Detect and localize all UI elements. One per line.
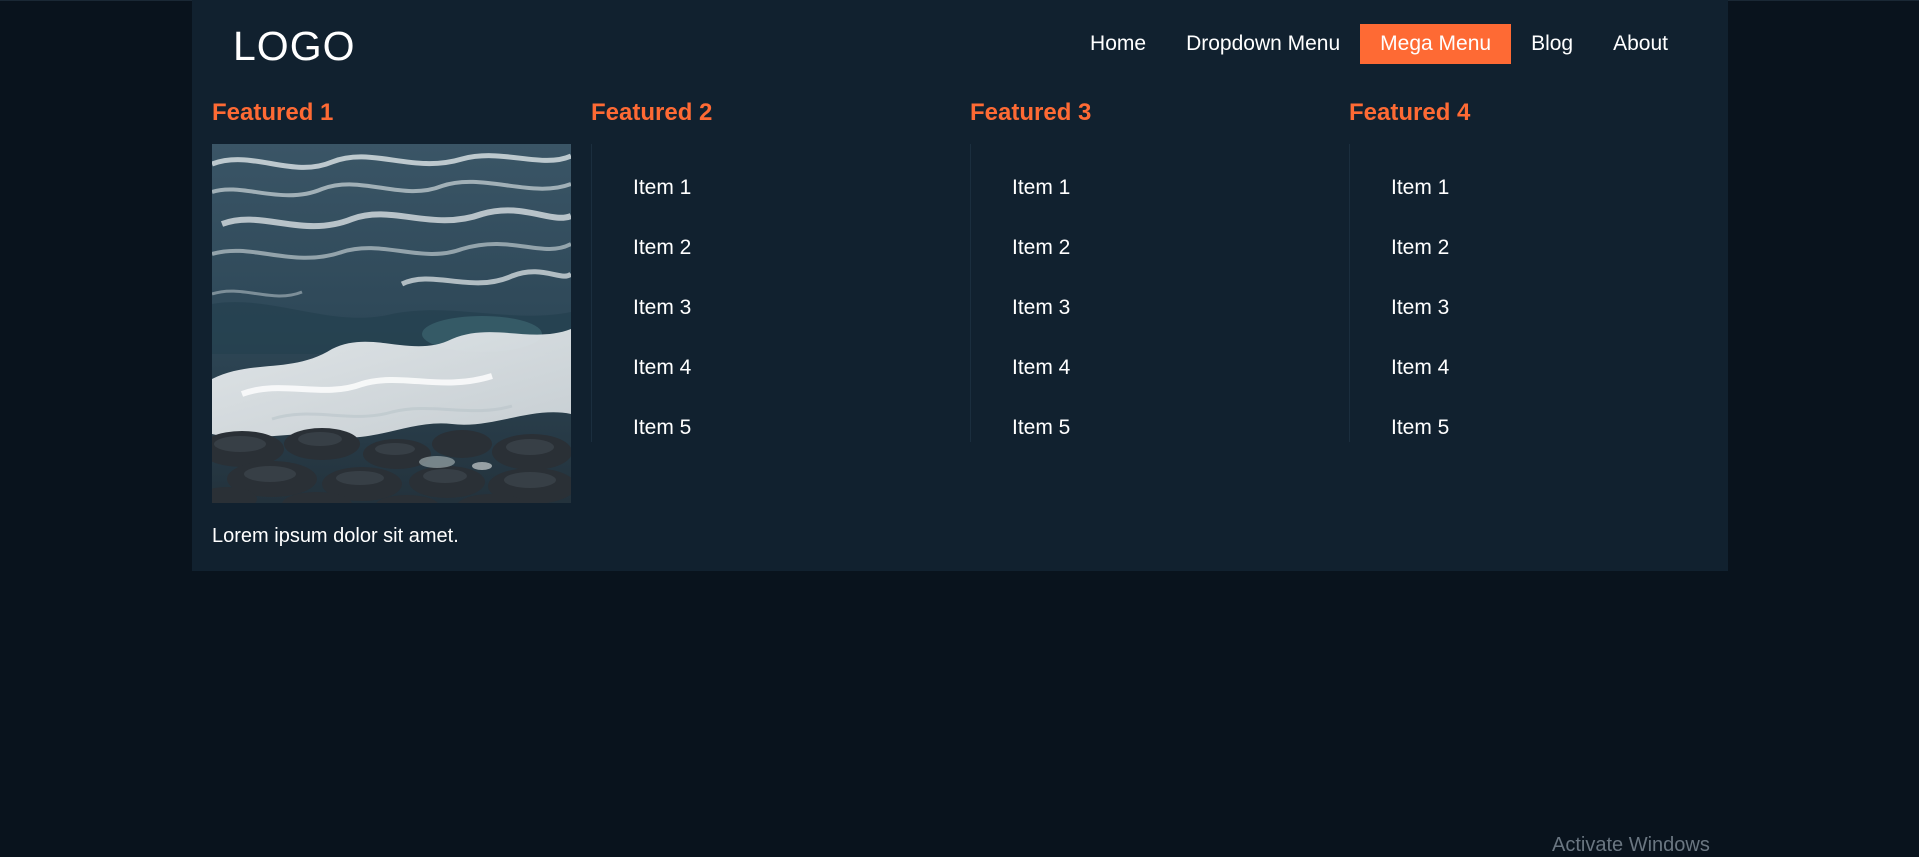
list-item[interactable]: Item 4 <box>1391 340 1690 400</box>
list-item[interactable]: Item 3 <box>1391 280 1690 340</box>
list-item[interactable]: Item 2 <box>1012 220 1311 280</box>
item-list: Item 1 Item 2 Item 3 Item 4 Item 5 <box>970 144 1311 442</box>
nav-dropdown-menu[interactable]: Dropdown Menu <box>1166 24 1360 64</box>
nav-blog[interactable]: Blog <box>1511 24 1593 64</box>
featured-column-1: Featured 1 Lorem ipsum dolor sit amet. <box>212 96 572 547</box>
item-list: Item 1 Item 2 Item 3 Item 4 Item 5 <box>1349 144 1690 442</box>
featured-column-4: Featured 4 Item 1 Item 2 Item 3 Item 4 I… <box>1349 96 1709 442</box>
nav-mega-menu[interactable]: Mega Menu <box>1360 24 1512 64</box>
main-nav: Home Dropdown Menu Mega Menu Blog About <box>1070 24 1688 64</box>
list-item[interactable]: Item 5 <box>633 400 932 460</box>
column-title: Featured 2 <box>591 99 713 126</box>
list-item[interactable]: Item 1 <box>633 160 932 220</box>
nav-about[interactable]: About <box>1593 24 1688 64</box>
column-title: Featured 1 <box>212 99 334 126</box>
activate-windows-watermark: Activate Windows <box>1552 834 1710 856</box>
list-item[interactable]: Item 4 <box>633 340 932 400</box>
list-item[interactable]: Item 2 <box>1391 220 1690 280</box>
list-item[interactable]: Item 1 <box>1012 160 1311 220</box>
item-list: Item 1 Item 2 Item 3 Item 4 Item 5 <box>591 144 932 442</box>
list-item[interactable]: Item 5 <box>1012 400 1311 460</box>
nav-home[interactable]: Home <box>1070 24 1166 64</box>
list-item[interactable]: Item 3 <box>633 280 932 340</box>
list-item[interactable]: Item 4 <box>1012 340 1311 400</box>
mega-menu-columns: Featured 1 Lorem ipsum dolor sit amet. F… <box>212 96 1712 547</box>
column-title: Featured 3 <box>970 99 1092 126</box>
list-item[interactable]: Item 3 <box>1012 280 1311 340</box>
column-title: Featured 4 <box>1349 99 1471 126</box>
featured-column-2: Featured 2 Item 1 Item 2 Item 3 Item 4 I… <box>591 96 951 442</box>
featured-description: Lorem ipsum dolor sit amet. <box>212 525 459 547</box>
header-panel: LOGO Home Dropdown Menu Mega Menu Blog A… <box>192 0 1728 571</box>
list-item[interactable]: Item 1 <box>1391 160 1690 220</box>
ocean-waves-image <box>212 144 571 503</box>
list-item[interactable]: Item 2 <box>633 220 932 280</box>
list-item[interactable]: Item 5 <box>1391 400 1690 460</box>
featured-column-3: Featured 3 Item 1 Item 2 Item 3 Item 4 I… <box>970 96 1330 442</box>
featured-image[interactable] <box>212 144 571 503</box>
logo[interactable]: LOGO <box>233 22 355 70</box>
